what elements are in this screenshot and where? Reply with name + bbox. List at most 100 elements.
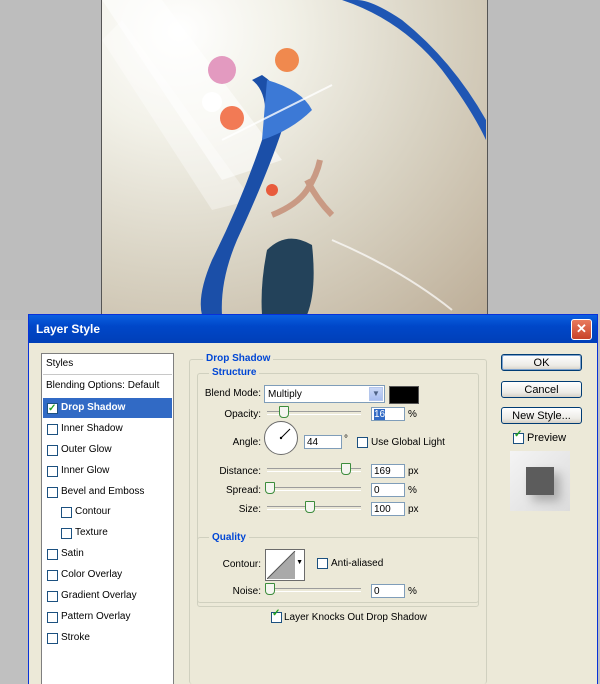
style-item-label: Bevel and Emboss — [61, 486, 145, 497]
distance-slider-thumb[interactable] — [341, 463, 351, 475]
bevel-emboss-checkbox[interactable] — [47, 487, 58, 498]
chevron-down-icon[interactable]: ▼ — [369, 387, 383, 401]
pattern-overlay-checkbox[interactable] — [47, 612, 58, 623]
new-style-button[interactable]: New Style... — [501, 407, 582, 424]
inner-glow-checkbox[interactable] — [47, 466, 58, 477]
style-item-label: Drop Shadow — [61, 402, 126, 413]
style-item-label: Color Overlay — [61, 569, 123, 580]
noise-slider-thumb[interactable] — [265, 583, 275, 595]
angle-dial[interactable] — [264, 421, 298, 455]
style-item-label: Inner Glow — [61, 465, 110, 476]
preview-checkbox[interactable] — [513, 429, 524, 444]
blending-options-label: Blending Options: Default — [46, 380, 160, 391]
angle-input[interactable]: 44 — [304, 435, 342, 449]
style-item-inner-shadow[interactable]: Inner Shadow — [43, 419, 172, 439]
size-slider[interactable] — [267, 501, 361, 513]
opacity-slider-thumb[interactable] — [279, 406, 289, 418]
outer-glow-checkbox[interactable] — [47, 445, 58, 456]
size-label: Size: — [238, 504, 261, 515]
structure-title: Structure — [209, 367, 260, 378]
style-item-color-overlay[interactable]: Color Overlay — [43, 565, 172, 585]
style-item-inner-glow[interactable]: Inner Glow — [43, 461, 172, 481]
layer-style-dialog: Layer Style ✕ Styles Blending Options: D… — [28, 314, 598, 684]
style-item-label: Inner Shadow — [61, 423, 123, 434]
contour-picker[interactable]: ▼ — [265, 549, 305, 581]
distance-input[interactable]: 169 — [371, 464, 405, 478]
styles-header-label: Styles — [46, 358, 74, 369]
blend-mode-value: Multiply — [268, 389, 302, 400]
preview-label: Preview — [527, 432, 567, 444]
distance-slider[interactable] — [267, 463, 361, 475]
style-item-label: Contour — [75, 506, 111, 517]
distance-unit: px — [408, 466, 419, 477]
dialog-title-bar[interactable]: Layer Style ✕ — [29, 315, 597, 343]
blending-options-item[interactable]: Blending Options: Default — [43, 376, 172, 396]
color-overlay-checkbox[interactable] — [47, 570, 58, 581]
gradient-overlay-checkbox[interactable] — [47, 591, 58, 602]
drop-shadow-title: Drop Shadow — [203, 353, 274, 364]
spread-label: Spread: — [225, 485, 261, 496]
canvas-area — [0, 0, 600, 320]
angle-label: Angle: — [232, 437, 261, 448]
layer-knocks-out-label: Layer Knocks Out Drop Shadow — [284, 612, 427, 623]
spread-input[interactable]: 0 — [371, 483, 405, 497]
anti-aliased-checkbox[interactable] — [317, 558, 328, 569]
layer-knocks-out-checkbox[interactable] — [271, 608, 282, 623]
size-slider-thumb[interactable] — [305, 501, 315, 513]
opacity-unit: % — [408, 409, 417, 420]
style-preview-swatch — [510, 451, 570, 511]
drop-shadow-settings: Drop Shadow Structure Blend Mode: Multip… — [189, 353, 487, 684]
divider — [43, 374, 172, 375]
spread-slider-thumb[interactable] — [265, 482, 275, 494]
style-item-stroke[interactable]: Stroke — [43, 628, 172, 648]
cancel-button[interactable]: Cancel — [501, 381, 582, 398]
opacity-input[interactable]: 16 — [371, 407, 405, 421]
satin-checkbox[interactable] — [47, 549, 58, 560]
styles-list-panel: Styles Blending Options: Default Drop Sh… — [41, 353, 174, 684]
anti-aliased-label: Anti-aliased — [331, 558, 384, 569]
style-item-drop-shadow[interactable]: Drop Shadow — [43, 398, 172, 419]
preview-square — [526, 467, 554, 495]
inner-shadow-checkbox[interactable] — [47, 424, 58, 435]
style-item-label: Gradient Overlay — [61, 590, 137, 601]
spread-slider[interactable] — [265, 482, 361, 494]
artwork-image — [101, 0, 488, 315]
style-item-contour[interactable]: Contour — [43, 502, 172, 522]
angle-unit: ° — [344, 434, 348, 445]
opacity-slider[interactable] — [267, 406, 361, 418]
stroke-checkbox[interactable] — [47, 633, 58, 644]
texture-checkbox[interactable] — [61, 528, 72, 539]
quality-title: Quality — [209, 532, 249, 543]
style-item-label: Satin — [61, 548, 84, 559]
noise-input[interactable]: 0 — [371, 584, 405, 598]
style-item-label: Outer Glow — [61, 444, 112, 455]
drop-shadow-checkbox[interactable] — [47, 399, 58, 419]
blend-mode-label: Blend Mode: — [204, 388, 261, 399]
style-item-bevel-emboss[interactable]: Bevel and Emboss — [43, 482, 172, 502]
style-item-satin[interactable]: Satin — [43, 544, 172, 564]
noise-unit: % — [408, 586, 417, 597]
close-icon: ✕ — [576, 321, 587, 336]
contour-label: Contour: — [222, 559, 261, 570]
blend-mode-select[interactable]: Multiply ▼ — [264, 385, 385, 403]
contour-dropdown-icon[interactable]: ▼ — [296, 559, 303, 566]
style-item-texture[interactable]: Texture — [43, 523, 172, 543]
size-input[interactable]: 100 — [371, 502, 405, 516]
spread-unit: % — [408, 485, 417, 496]
dialog-title: Layer Style — [36, 322, 101, 336]
styles-header[interactable]: Styles — [43, 354, 172, 374]
use-global-light-checkbox[interactable] — [357, 437, 368, 448]
style-item-gradient-overlay[interactable]: Gradient Overlay — [43, 586, 172, 606]
close-button[interactable]: ✕ — [571, 319, 592, 340]
style-item-outer-glow[interactable]: Outer Glow — [43, 440, 172, 460]
use-global-light-label: Use Global Light — [371, 437, 445, 448]
contour-checkbox[interactable] — [61, 507, 72, 518]
style-item-label: Pattern Overlay — [61, 611, 131, 622]
noise-slider[interactable] — [265, 583, 361, 595]
style-item-pattern-overlay[interactable]: Pattern Overlay — [43, 607, 172, 627]
ok-button[interactable]: OK — [501, 354, 582, 371]
style-item-label: Stroke — [61, 632, 90, 643]
shadow-color-swatch[interactable] — [389, 386, 419, 404]
distance-label: Distance: — [219, 466, 261, 477]
size-unit: px — [408, 504, 419, 515]
